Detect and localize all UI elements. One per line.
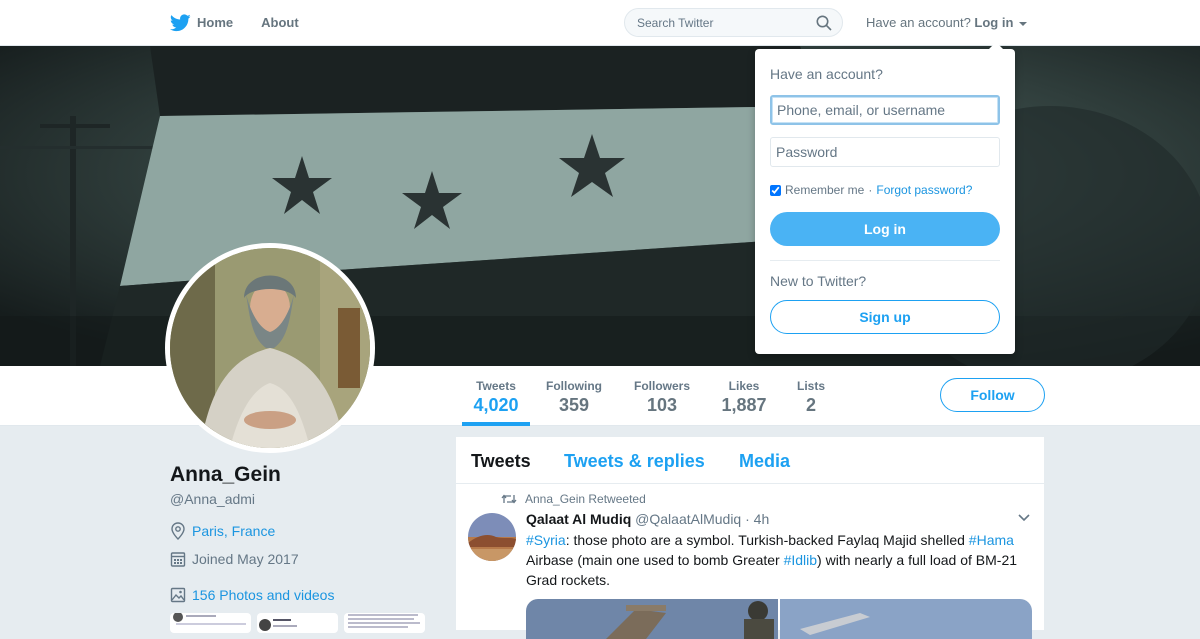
stat-value: 359 (558, 395, 590, 415)
media-thumbnails (170, 613, 425, 633)
stat-label: Followers (633, 379, 690, 393)
login-button[interactable]: Log in (770, 212, 1000, 246)
tweet-photo[interactable] (526, 599, 778, 639)
calendar-icon (170, 552, 186, 567)
tweet-author-name[interactable]: Qalaat Al Mudiq (526, 511, 631, 527)
stat-followers[interactable]: Followers 103 (626, 366, 698, 425)
profile-joined: Joined May 2017 (170, 550, 299, 568)
avatar[interactable] (165, 243, 375, 453)
remember-row: Remember me · Forgot password? (770, 183, 972, 197)
retweet-context: Anna_Gein Retweeted (501, 492, 646, 506)
username-field[interactable] (770, 95, 1000, 125)
stat-label: Likes (728, 379, 760, 393)
login-link[interactable]: Log in (974, 15, 1013, 30)
tweet-photo[interactable] (780, 599, 1032, 639)
tweet-text-part: : those photo are a symbol. Turkish-back… (565, 532, 969, 548)
retweet-text[interactable]: Anna_Gein Retweeted (525, 492, 646, 506)
stat-label: Tweets (476, 379, 516, 393)
timeline-tabs: Tweets Tweets & replies Media (456, 437, 1044, 484)
tweet-media[interactable] (526, 599, 1032, 639)
divider (770, 260, 1000, 261)
avatar-image (170, 248, 370, 448)
stat-likes[interactable]: Likes 1,887 (712, 366, 776, 425)
hashtag-link[interactable]: #Hama (969, 532, 1014, 548)
profile-name[interactable]: Anna_Gein (170, 463, 281, 487)
account-prompt: Have an account? (866, 15, 971, 30)
profile-location: Paris, France (170, 522, 275, 540)
tweet-text-part: Airbase (main one used to bomb Greater (526, 552, 784, 568)
search-icon[interactable] (816, 15, 832, 31)
signup-button[interactable]: Sign up (770, 300, 1000, 334)
nav-about[interactable]: About (261, 15, 299, 30)
stat-value: 4,020 (473, 395, 519, 415)
hashtag-link[interactable]: #Syria (526, 532, 566, 548)
stat-value: 103 (646, 395, 678, 415)
remember-label[interactable]: Remember me (785, 183, 864, 197)
tab-tweets[interactable]: Tweets (471, 451, 531, 472)
stat-following[interactable]: Following 359 (540, 366, 608, 425)
twitter-bird-icon (170, 13, 191, 31)
follow-button[interactable]: Follow (940, 378, 1045, 412)
top-nav: Home About Have an account? Log in (0, 0, 1200, 46)
search-input[interactable] (625, 9, 817, 36)
tweet-header: Qalaat Al Mudiq @QalaatAlMudiq · 4h (526, 511, 769, 527)
stat-label: Lists (796, 379, 825, 393)
account-menu[interactable]: Have an account? Log in (866, 15, 1028, 30)
profile-handle[interactable]: @Anna_admi (170, 491, 255, 507)
stat-value: 2 (805, 395, 816, 415)
tab-media[interactable]: Media (739, 451, 790, 472)
profile-photos: 156 Photos and videos (170, 586, 334, 604)
media-thumbnail[interactable] (257, 613, 338, 633)
nav-home-label: Home (197, 15, 234, 30)
tweet-author-handle[interactable]: @QalaatAlMudiq (635, 511, 741, 527)
media-thumbnail[interactable] (344, 613, 425, 633)
stat-tweets[interactable]: Tweets 4,020 (462, 366, 530, 426)
nav-home[interactable]: Home (170, 13, 234, 32)
photo-icon (170, 587, 186, 603)
tweet-text: #Syria: those photo are a symbol. Turkis… (526, 530, 1026, 590)
caret-down-icon[interactable] (1019, 21, 1028, 26)
stat-lists[interactable]: Lists 2 (790, 366, 832, 425)
forgot-password-link[interactable]: Forgot password? (876, 183, 972, 197)
photos-link[interactable]: 156 Photos and videos (192, 587, 334, 603)
media-thumbnail[interactable] (170, 613, 251, 633)
search-box[interactable] (624, 8, 843, 37)
tab-tweets-replies[interactable]: Tweets & replies (564, 451, 705, 472)
stat-label: Following (546, 379, 602, 393)
location-icon (171, 522, 185, 540)
joined-text: Joined May 2017 (192, 551, 299, 567)
login-dropdown-title: Have an account? (770, 66, 883, 82)
separator-dot: · (868, 183, 873, 197)
tweet-avatar[interactable] (468, 513, 516, 561)
chevron-down-icon[interactable] (1017, 513, 1031, 523)
tweet-time[interactable]: · 4h (745, 511, 769, 527)
nav-links: Home About (170, 0, 299, 45)
hashtag-link[interactable]: #Idlib (784, 552, 817, 568)
timeline: Tweets Tweets & replies Media Anna_Gein … (456, 437, 1044, 639)
retweet-icon (501, 494, 517, 504)
login-dropdown: Have an account? Remember me · Forgot pa… (755, 42, 1015, 354)
stat-value: 1,887 (721, 395, 767, 415)
remember-checkbox[interactable] (770, 184, 781, 196)
new-to-twitter-text: New to Twitter? (770, 273, 867, 289)
location-link[interactable]: Paris, France (192, 523, 275, 539)
password-field[interactable] (770, 137, 1000, 167)
